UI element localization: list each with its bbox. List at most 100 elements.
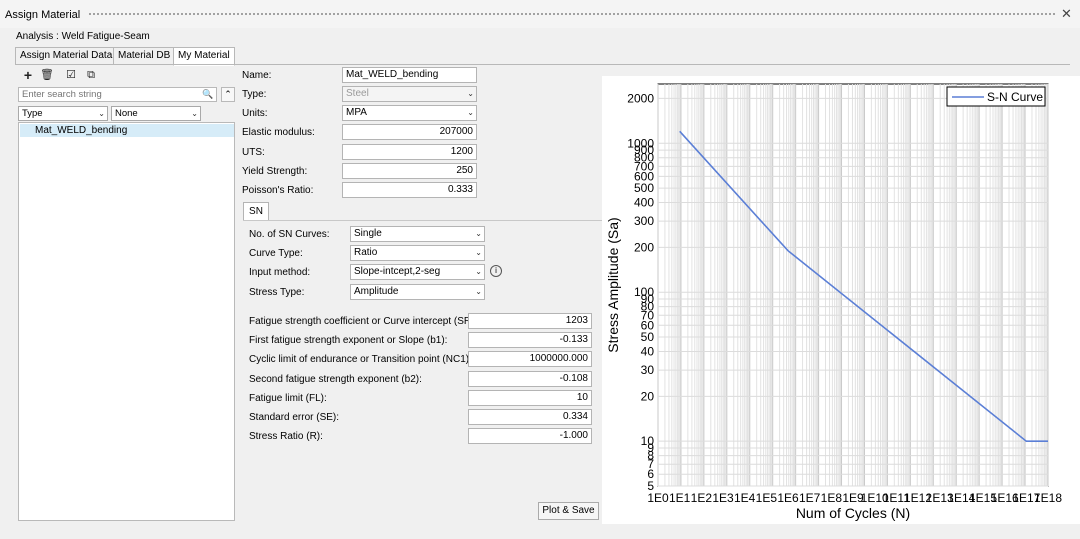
sn-curves-label: No. of SN Curves:: [249, 229, 330, 240]
plot-save-button[interactable]: Plot & Save: [538, 502, 599, 520]
uts-label: UTS:: [242, 147, 265, 158]
legend: S-N Curve: [946, 86, 1046, 107]
collapse-button[interactable]: ⌃: [221, 87, 235, 102]
tab-material-db[interactable]: Material DB: [113, 47, 176, 65]
elastic-label: Elastic modulus:: [242, 127, 315, 138]
y-tick-label: 30: [641, 363, 655, 377]
chevron-down-icon: ⌄: [475, 287, 482, 296]
sr1-field[interactable]: 1203: [468, 313, 592, 329]
x-axis-label: Num of Cycles (N): [796, 505, 910, 521]
close-icon[interactable]: ✕: [1061, 6, 1072, 22]
units-select[interactable]: MPA ⌄: [342, 105, 477, 121]
y-tick-label: 200: [634, 240, 654, 254]
value-filter-value: None: [115, 108, 138, 119]
x-tick-label: 1E5: [756, 491, 778, 505]
stress-type-value: Amplitude: [354, 286, 399, 297]
curve-type-label: Curve Type:: [249, 248, 303, 259]
input-method-select[interactable]: Slope-intcept,2-seg ⌄: [350, 264, 485, 280]
poisson-field[interactable]: 0.333: [342, 182, 477, 198]
y-tick-label: 10: [641, 434, 655, 448]
chevron-down-icon: ⌄: [467, 89, 474, 98]
name-field[interactable]: Mat_WELD_bending: [342, 67, 477, 83]
add-icon[interactable]: +: [21, 68, 35, 82]
fl-field[interactable]: 10: [468, 390, 592, 406]
units-label: Units:: [242, 108, 268, 119]
yield-label: Yield Strength:: [242, 166, 308, 177]
plot-area: [657, 83, 1049, 487]
type-filter-dropdown[interactable]: Type ⌄: [18, 106, 108, 121]
x-tick-label: 1E0: [647, 491, 669, 505]
se-field[interactable]: 0.334: [468, 409, 592, 425]
x-tick-label: 1E4: [734, 491, 756, 505]
x-tick-label: 1E8: [821, 491, 843, 505]
type-value: Steel: [346, 88, 369, 99]
uts-field[interactable]: 1200: [342, 144, 477, 160]
yield-field[interactable]: 250: [342, 163, 477, 179]
y-tick-label: 1000: [627, 136, 654, 150]
y-tick-label: 300: [634, 214, 654, 228]
analysis-label: Analysis : Weld Fatigue-Seam: [16, 31, 150, 42]
nc1-label: Cyclic limit of endurance or Transition …: [249, 354, 472, 365]
chevron-down-icon: ⌄: [191, 109, 198, 118]
export-icon[interactable]: ⧉: [84, 68, 98, 82]
legend-label: S-N Curve: [987, 90, 1043, 104]
search-input[interactable]: [18, 87, 217, 102]
sn-divider: [243, 220, 603, 221]
tab-sn[interactable]: SN: [243, 202, 269, 221]
b2-field[interactable]: -0.108: [468, 371, 592, 387]
sn-curves-value: Single: [354, 228, 382, 239]
curve-type-value: Ratio: [354, 247, 378, 258]
se-label: Standard error (SE):: [249, 412, 340, 423]
sn-curves-select[interactable]: Single ⌄: [350, 226, 485, 242]
x-tick-label: 1E2: [691, 491, 713, 505]
chevron-down-icon: ⌄: [98, 109, 105, 118]
input-method-label: Input method:: [249, 267, 311, 278]
b2-label: Second fatigue strength exponent (b2):: [249, 374, 422, 385]
chevron-down-icon: ⌄: [475, 229, 482, 238]
b1-field[interactable]: -0.133: [468, 332, 592, 348]
tab-divider: [15, 64, 1070, 65]
x-tick-label: 1E18: [1034, 491, 1062, 505]
tab-assign-material-data[interactable]: Assign Material Data: [15, 47, 118, 65]
fl-label: Fatigue limit (FL):: [249, 393, 327, 404]
b1-label: First fatigue strength exponent or Slope…: [249, 335, 448, 346]
x-tick-label: 1E6: [777, 491, 799, 505]
x-tick-label: 1E3: [712, 491, 734, 505]
material-tree: Mat_WELD_bending: [18, 122, 235, 521]
y-axis-label: Stress Amplitude (Sa): [605, 217, 621, 352]
type-label: Type:: [242, 89, 267, 100]
x-tick-label: 1E1: [669, 491, 691, 505]
r-label: Stress Ratio (R):: [249, 431, 323, 442]
y-tick-label: 20: [641, 389, 655, 403]
curve-type-select[interactable]: Ratio ⌄: [350, 245, 485, 261]
tree-item-material[interactable]: Mat_WELD_bending: [20, 124, 234, 137]
type-filter-value: Type: [22, 108, 43, 119]
search-icon[interactable]: 🔍: [202, 89, 213, 100]
y-tick-label: 40: [641, 344, 655, 358]
nc1-field[interactable]: 1000000.000: [468, 351, 592, 367]
y-tick-label: 2000: [627, 91, 654, 105]
sn-chart-svg: 5678910203040506070809010020030040050060…: [602, 76, 1080, 524]
check-icon[interactable]: ☑: [64, 68, 78, 82]
r-field[interactable]: -1.000: [468, 428, 592, 444]
poisson-label: Poisson's Ratio:: [242, 185, 314, 196]
y-tick-label: 400: [634, 196, 654, 210]
x-tick-label: 1E7: [799, 491, 821, 505]
type-select[interactable]: Steel ⌄: [342, 86, 477, 102]
info-icon[interactable]: i: [490, 265, 502, 277]
delete-icon[interactable]: 🗑: [40, 68, 54, 82]
chevron-down-icon: ⌄: [475, 267, 482, 276]
stress-type-label: Stress Type:: [249, 287, 305, 298]
input-method-value: Slope-intcept,2-seg: [354, 266, 441, 277]
window-title: Assign Material: [5, 9, 81, 21]
sn-chart: 5 6 7 8 9 10 20 30 40 50 60 70 80 90 100 200 300 400 500 60…: [602, 76, 1080, 524]
value-filter-dropdown[interactable]: None ⌄: [111, 106, 201, 121]
drag-handle[interactable]: [88, 12, 1056, 17]
footer-strip: [0, 524, 1080, 539]
elastic-field[interactable]: 207000: [342, 124, 477, 140]
chevron-down-icon: ⌄: [467, 108, 474, 117]
sr1-label: Fatigue strength coefficient or Curve in…: [249, 316, 483, 327]
chevron-down-icon: ⌄: [475, 248, 482, 257]
stress-type-select[interactable]: Amplitude ⌄: [350, 284, 485, 300]
name-label: Name:: [242, 70, 272, 81]
